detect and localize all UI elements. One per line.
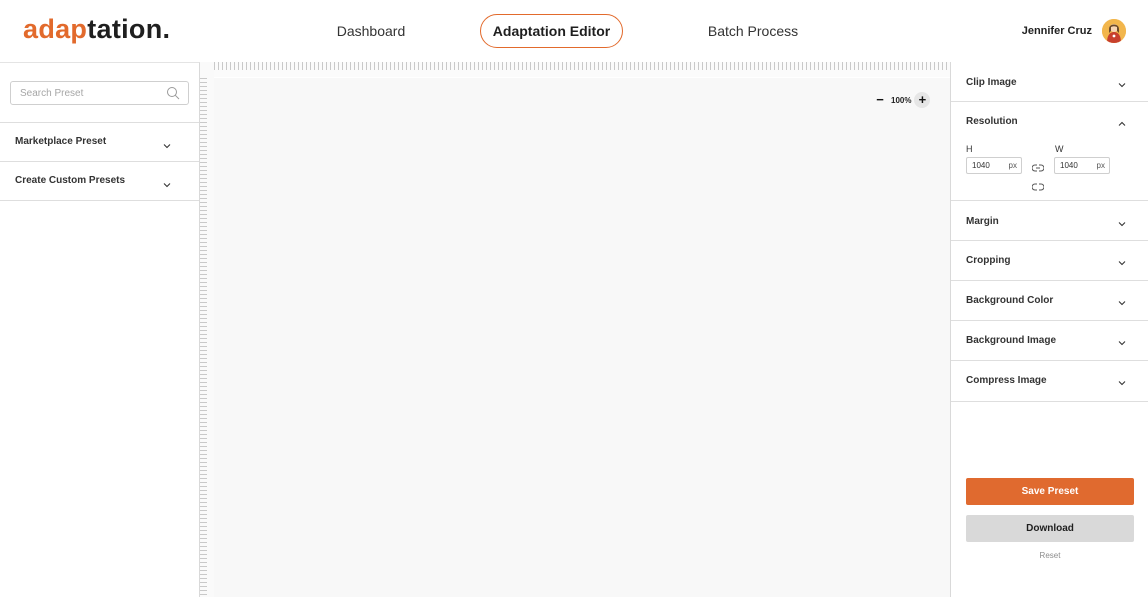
- chevron-down-icon: [1117, 255, 1127, 273]
- accordion-label: Marketplace Preset: [15, 136, 107, 147]
- accordion-compress-image[interactable]: Compress Image: [951, 361, 1148, 402]
- top-header: adaptation. Dashboard Adaptation Editor …: [0, 0, 1148, 62]
- chevron-down-icon: [1117, 335, 1127, 353]
- user-name[interactable]: Jennifer Cruz: [1022, 25, 1092, 37]
- height-unit: px: [1008, 161, 1017, 170]
- search-icon[interactable]: [166, 86, 180, 105]
- width-label: W: [1055, 144, 1064, 154]
- link-aspect-icon[interactable]: [1031, 160, 1045, 178]
- app-logo[interactable]: adaptation.: [23, 14, 170, 45]
- height-input[interactable]: 1040 px: [966, 157, 1022, 174]
- accordion-label: Background Color: [966, 295, 1054, 306]
- accordion-label: Cropping: [966, 255, 1011, 266]
- accordion-margin[interactable]: Margin: [951, 201, 1148, 241]
- accordion-marketplace-preset[interactable]: Marketplace Preset: [0, 122, 199, 161]
- save-preset-button[interactable]: Save Preset: [966, 478, 1134, 505]
- accordion-label: Margin: [966, 216, 999, 227]
- user-avatar[interactable]: [1102, 19, 1126, 43]
- width-unit: px: [1096, 161, 1105, 170]
- width-value: 1040: [1060, 161, 1078, 170]
- search-placeholder: Search Preset: [20, 88, 84, 99]
- zoom-level: 100%: [891, 95, 912, 105]
- logo-accent-text: adap: [23, 14, 88, 44]
- settings-panel: Clip Image Resolution H W 1040 px 1040 p…: [950, 62, 1148, 597]
- chevron-down-icon: [1117, 77, 1127, 95]
- accordion-label: Create Custom Presets: [15, 175, 126, 186]
- chevron-down-icon: [1117, 216, 1127, 234]
- accordion-divider: [0, 200, 199, 201]
- tab-adaptation-editor[interactable]: Adaptation Editor: [480, 14, 623, 48]
- chevron-down-icon: [1117, 295, 1127, 313]
- zoom-in-button[interactable]: +: [914, 92, 931, 108]
- preset-sidebar: Search Preset Marketplace Preset Create …: [0, 62, 200, 597]
- accordion-background-color[interactable]: Background Color: [951, 281, 1148, 321]
- accordion-background-image[interactable]: Background Image: [951, 321, 1148, 361]
- accordion-cropping[interactable]: Cropping: [951, 241, 1148, 281]
- search-preset-input[interactable]: Search Preset: [10, 81, 189, 105]
- horizontal-ruler: [210, 62, 950, 70]
- app-root: adaptation. Dashboard Adaptation Editor …: [0, 0, 1148, 597]
- tab-dashboard[interactable]: Dashboard: [320, 14, 422, 48]
- accordion-resolution[interactable]: Resolution H W 1040 px 1040 px: [951, 102, 1148, 201]
- accordion-label: Resolution: [966, 116, 1018, 127]
- chevron-down-icon: [1117, 375, 1127, 393]
- zoom-control: − 100% +: [872, 92, 931, 108]
- accordion-clip-image[interactable]: Clip Image: [951, 62, 1148, 102]
- chevron-down-icon: [162, 138, 172, 156]
- reset-link[interactable]: Reset: [966, 551, 1134, 560]
- logo-rest-text: tation.: [87, 14, 171, 44]
- tab-batch-process[interactable]: Batch Process: [695, 14, 811, 48]
- accordion-label: Clip Image: [966, 77, 1017, 88]
- chevron-up-icon: [1117, 116, 1127, 134]
- download-button[interactable]: Download: [966, 515, 1134, 542]
- height-label: H: [966, 144, 973, 154]
- accordion-label: Background Image: [966, 335, 1057, 346]
- zoom-out-button[interactable]: −: [872, 92, 888, 108]
- width-input[interactable]: 1040 px: [1054, 157, 1110, 174]
- height-value: 1040: [972, 161, 990, 170]
- accordion-create-custom-presets[interactable]: Create Custom Presets: [0, 161, 199, 200]
- accordion-label: Compress Image: [966, 375, 1047, 386]
- unlink-aspect-icon[interactable]: [1031, 179, 1045, 197]
- editor-canvas[interactable]: [214, 78, 950, 597]
- chevron-down-icon: [162, 177, 172, 195]
